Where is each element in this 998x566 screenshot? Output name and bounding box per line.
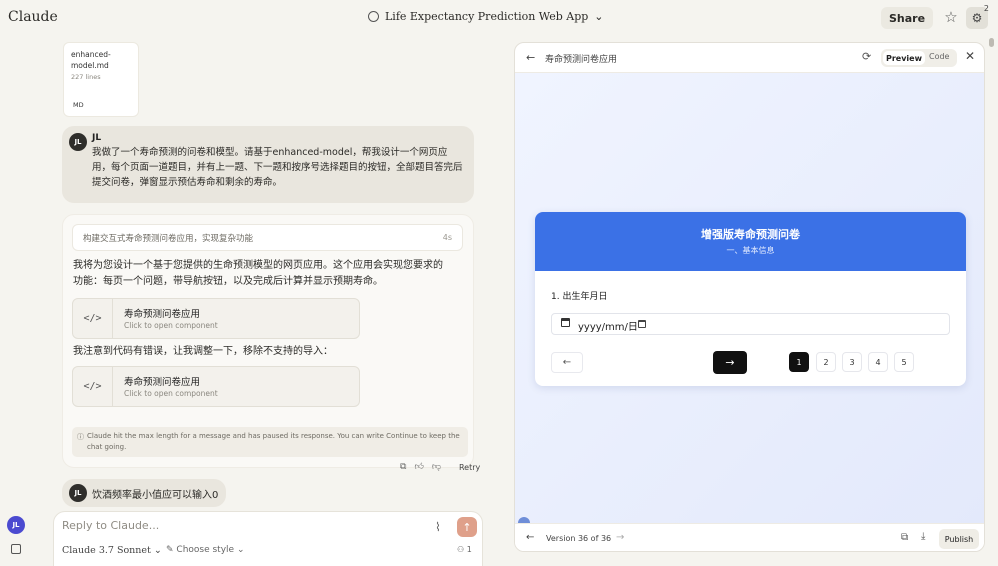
component-subtitle: Click to open component (124, 321, 218, 330)
file-name: enhanced-model.md (71, 50, 111, 70)
close-icon[interactable]: ✕ (965, 49, 975, 63)
message-text: 饮酒频率最小值应可以输入0 (92, 490, 219, 501)
participants-count: 1 (466, 545, 472, 554)
code-icon: </> (73, 367, 113, 406)
tab-preview[interactable]: Preview (883, 51, 925, 65)
page-button-4[interactable]: 4 (868, 352, 888, 372)
project-title: Life Expectancy Prediction Web App (385, 10, 589, 23)
avatar: JL (69, 133, 87, 151)
next-question-button[interactable]: → (713, 351, 747, 374)
page-button-3[interactable]: 3 (842, 352, 862, 372)
thinking-time: 4s (442, 233, 452, 242)
notice-text: Claude hit the max length for a message … (87, 432, 460, 451)
sliders-icon: ⚙ (971, 11, 983, 25)
component-card[interactable]: </> 寿命预测问卷应用 Click to open component (72, 366, 360, 407)
thumbs-down-icon[interactable]: 👎︎ (432, 462, 441, 472)
publish-button[interactable]: Publish (939, 529, 979, 549)
avatar: JL (69, 484, 87, 502)
message-text: 我做了一个寿命预测的问卷和模型。请基于enhanced-model，帮我设计一个… (92, 147, 463, 188)
reply-input[interactable]: Reply to Claude... (62, 519, 159, 532)
assistant-message: 构建交互式寿命预测问卷应用，实现复杂功能 4s 我将为您设计一个基于您提供的生命… (62, 214, 474, 468)
sidebar-toggle-icon[interactable] (11, 544, 21, 554)
paperclip-icon[interactable]: ⌇ (435, 520, 441, 534)
user-name: JL (92, 133, 102, 143)
star-icon[interactable]: ☆ (942, 8, 960, 26)
person-icon: ⚇ (457, 545, 467, 554)
composer: Reply to Claude... ⌇ ↑ Claude 3.7 Sonnet… (53, 511, 483, 566)
birth-date-input[interactable]: yyyy/mm/日 (551, 313, 950, 335)
chat-icon (368, 11, 379, 22)
arrow-up-icon: ↑ (462, 520, 472, 534)
style-selector[interactable]: ✎ Choose style ⌄ (166, 545, 245, 555)
calendar-icon (561, 318, 570, 327)
questionnaire-section: 一、基本信息 (726, 246, 775, 255)
scrollbar-thumb[interactable] (989, 38, 994, 47)
copy-icon[interactable]: ⧉ (901, 532, 908, 543)
thinking-summary[interactable]: 构建交互式寿命预测问卷应用，实现复杂功能 4s (72, 224, 463, 251)
component-title: 寿命预测问卷应用 (124, 309, 201, 320)
user-message: JL 饮酒频率最小值应可以输入0 (62, 479, 226, 507)
project-selector[interactable]: Life Expectancy Prediction Web App ⌄ (368, 10, 604, 23)
chevron-down-icon: ⌄ (594, 10, 604, 23)
artifact-panel: ← 寿命预测问卷应用 ⟳ Preview Code ✕ 增强版寿命预测问卷 一、… (514, 42, 985, 552)
page-button-1[interactable]: 1 (789, 352, 809, 372)
component-title: 寿命预测问卷应用 (124, 377, 201, 388)
questionnaire-title: 增强版寿命预测问卷 (701, 228, 800, 241)
settings-sliders-button[interactable]: ⚙ 2 (966, 4, 989, 29)
style-icon: ✎ (166, 545, 177, 555)
arrow-right-icon: → (725, 356, 735, 369)
artifact-title: 寿命预测问卷应用 (545, 55, 618, 65)
artifact-preview: 增强版寿命预测问卷 一、基本信息 1. 出生年月日 yyyy/mm/日 ← → … (515, 73, 984, 523)
thinking-label: 构建交互式寿命预测问卷应用，实现复杂功能 (83, 234, 254, 244)
questionnaire-card: 增强版寿命预测问卷 一、基本信息 1. 出生年月日 yyyy/mm/日 ← → … (535, 212, 966, 386)
view-toggle: Preview Code (881, 49, 957, 67)
chevron-down-icon: ⌄ (153, 545, 162, 556)
user-message: JL JL 我做了一个寿命预测的问卷和模型。请基于enhanced-model，… (62, 126, 474, 203)
calendar-picker-icon[interactable] (638, 320, 646, 328)
user-avatar[interactable]: JL (7, 516, 25, 534)
participants-indicator[interactable]: ⚇ 1 (457, 545, 472, 554)
share-button[interactable]: Share (881, 7, 933, 29)
brand-logo[interactable]: Claude (8, 9, 58, 25)
component-card[interactable]: </> 寿命预测问卷应用 Click to open component (72, 298, 360, 339)
component-subtitle: Click to open component (124, 389, 218, 398)
retry-button[interactable]: Retry (459, 463, 480, 472)
version-label: Version 36 of 36 (546, 534, 612, 543)
thumbs-up-icon[interactable]: 👍︎ (414, 462, 423, 472)
previous-question-button[interactable]: ← (551, 352, 583, 373)
assistant-paragraph: 我注意到代码有错误，让我调整一下，移除不支持的导入： (73, 346, 333, 357)
model-selector[interactable]: Claude 3.7 Sonnet ⌄ (62, 545, 162, 556)
max-length-notice: ⓘ Claude hit the max length for a messag… (72, 427, 468, 457)
artifact-header: ← 寿命预测问卷应用 ⟳ Preview Code ✕ (515, 43, 984, 73)
date-value: yyyy/mm/日 (578, 322, 638, 333)
message-actions: ⧉ 👍︎ 👎︎ Retry (400, 462, 480, 472)
download-icon[interactable]: ⤓ (921, 531, 925, 542)
chevron-down-icon: ⌄ (236, 545, 245, 555)
arrow-left-icon: ← (562, 357, 572, 368)
style-label: Choose style (176, 545, 235, 555)
scrollbar[interactable] (988, 36, 996, 566)
info-icon: ⓘ (77, 433, 84, 441)
attached-file-card[interactable]: enhanced-model.md 227 lines MD (63, 42, 139, 117)
artifact-footer: ← Version 36 of 36 → ⧉ ⤓ Publish (515, 523, 984, 551)
question-label: 1. 出生年月日 (551, 292, 608, 302)
model-name: Claude 3.7 Sonnet (62, 545, 151, 556)
send-button[interactable]: ↑ (457, 517, 477, 537)
next-version-icon[interactable]: → (616, 532, 624, 543)
assistant-paragraph: 我将为您设计一个基于您提供的生命预测模型的网页应用。这个应用会实现您要求的功能：… (73, 260, 443, 287)
tab-code[interactable]: Code (929, 52, 949, 61)
back-arrow-icon[interactable]: ← (526, 51, 535, 64)
file-lines: 227 lines (71, 73, 101, 81)
previous-version-icon[interactable]: ← (526, 532, 534, 543)
refresh-icon[interactable]: ⟳ (862, 50, 871, 63)
code-icon: </> (73, 299, 113, 338)
page-button-2[interactable]: 2 (816, 352, 836, 372)
top-bar: Claude Life Expectancy Prediction Web Ap… (0, 0, 998, 36)
questionnaire-header: 增强版寿命预测问卷 一、基本信息 (535, 212, 966, 271)
file-type: MD (73, 101, 84, 109)
copy-icon[interactable]: ⧉ (400, 462, 406, 472)
badge-count: 2 (983, 4, 989, 13)
page-button-5[interactable]: 5 (894, 352, 914, 372)
